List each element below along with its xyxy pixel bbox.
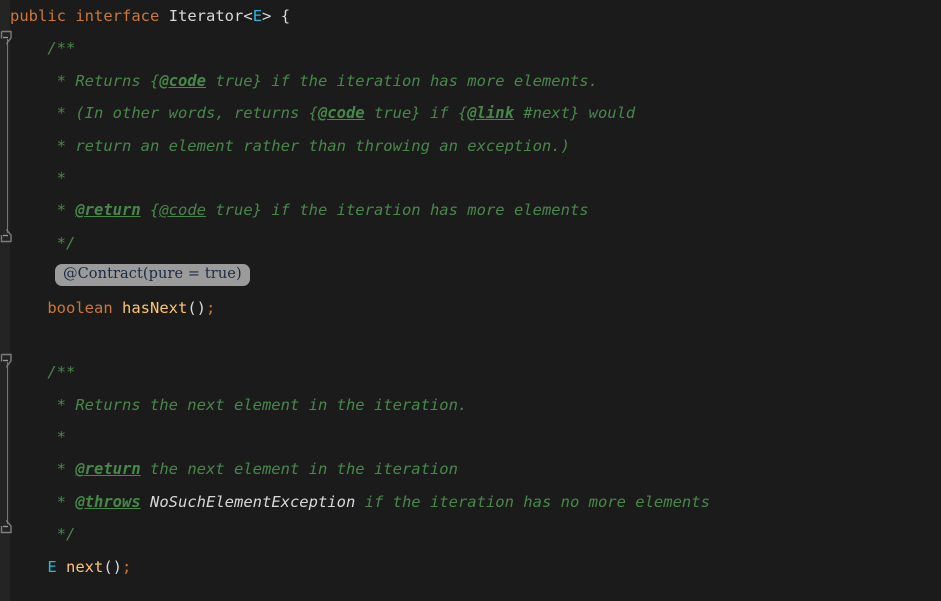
code-token: true} if the iteration has more elements… bbox=[205, 71, 598, 90]
code-token: public bbox=[10, 7, 66, 25]
code-token: * (In other words, returns { bbox=[10, 104, 318, 123]
code-token: * bbox=[10, 492, 76, 511]
javadoc-close: */ bbox=[0, 518, 941, 550]
code-token: the next element in the iteration bbox=[140, 460, 458, 479]
code-token: E bbox=[252, 7, 263, 25]
javadoc-text: * Returns the next element in the iterat… bbox=[0, 389, 941, 421]
contract-inlay-hint[interactable]: @Contract(pure = true) bbox=[55, 264, 250, 287]
code-token: true} if the iteration has more elements bbox=[206, 201, 589, 220]
code-content[interactable]: public interface Iterator<E> { /** * Ret… bbox=[0, 0, 941, 601]
code-token: true} if { bbox=[364, 104, 468, 123]
code-token: * bbox=[10, 201, 76, 220]
code-token: @return bbox=[75, 460, 141, 479]
inlay-hint-line: @Contract(pure = true) bbox=[0, 259, 941, 291]
code-token: () bbox=[187, 298, 206, 317]
code-token: interface bbox=[75, 7, 160, 25]
code-token: E bbox=[47, 557, 57, 576]
code-token: * Returns { bbox=[10, 71, 160, 90]
javadoc-throws-tag: * @throws NoSuchElementException if the … bbox=[0, 486, 941, 518]
javadoc-blank: * bbox=[0, 162, 941, 194]
code-token: @link bbox=[467, 104, 514, 123]
javadoc-open-next: /** bbox=[0, 356, 941, 388]
code-editor[interactable]: public interface Iterator<E> { /** * Ret… bbox=[0, 0, 941, 601]
code-token: */ bbox=[10, 525, 76, 544]
code-token: > { bbox=[262, 7, 291, 25]
code-token: () bbox=[103, 557, 123, 576]
code-token: * return an element rather than throwing… bbox=[10, 136, 570, 155]
code-token: boolean bbox=[47, 298, 113, 317]
javadoc-return-tag: * @return the next element in the iterat… bbox=[0, 453, 941, 485]
interface-declaration: public interface Iterator<E> { bbox=[0, 0, 941, 32]
method-declaration-next: E next(); bbox=[0, 551, 941, 583]
code-token: { bbox=[140, 201, 160, 220]
code-token: * bbox=[10, 428, 66, 447]
code-token: * Returns the next element in the iterat… bbox=[10, 395, 468, 414]
javadoc-text: * (In other words, returns {@code true} … bbox=[0, 97, 941, 129]
javadoc-return-tag: * @return {@code true} if the iteration … bbox=[0, 194, 941, 226]
javadoc-blank: * bbox=[0, 421, 941, 453]
code-token: @return bbox=[75, 201, 141, 220]
code-token: ; bbox=[122, 557, 132, 576]
code-token: /** bbox=[10, 39, 76, 58]
code-token: @code bbox=[159, 201, 206, 220]
code-token: #next} would bbox=[513, 104, 636, 123]
code-token: @code bbox=[317, 104, 365, 123]
code-token: ; bbox=[206, 298, 216, 317]
code-token: @code bbox=[159, 71, 206, 90]
code-token: next bbox=[66, 557, 104, 576]
code-token: Iterator bbox=[168, 7, 244, 25]
javadoc-open-hasnext: /** bbox=[0, 32, 941, 64]
code-token: */ bbox=[10, 233, 76, 252]
code-token: hasNext bbox=[122, 298, 188, 317]
javadoc-close: */ bbox=[0, 227, 941, 259]
javadoc-text: * Returns {@code true} if the iteration … bbox=[0, 65, 941, 97]
code-token: /** bbox=[10, 363, 76, 382]
javadoc-text: * return an element rather than throwing… bbox=[0, 130, 941, 162]
code-token: * bbox=[10, 460, 76, 479]
method-declaration-hasnext: boolean hasNext(); bbox=[0, 292, 941, 324]
code-token: @throws bbox=[75, 492, 141, 511]
code-token: NoSuchElementException bbox=[150, 492, 356, 511]
code-token: * bbox=[10, 168, 66, 187]
code-token: if the iteration has no more elements bbox=[355, 492, 710, 511]
code-token: < bbox=[243, 7, 253, 25]
